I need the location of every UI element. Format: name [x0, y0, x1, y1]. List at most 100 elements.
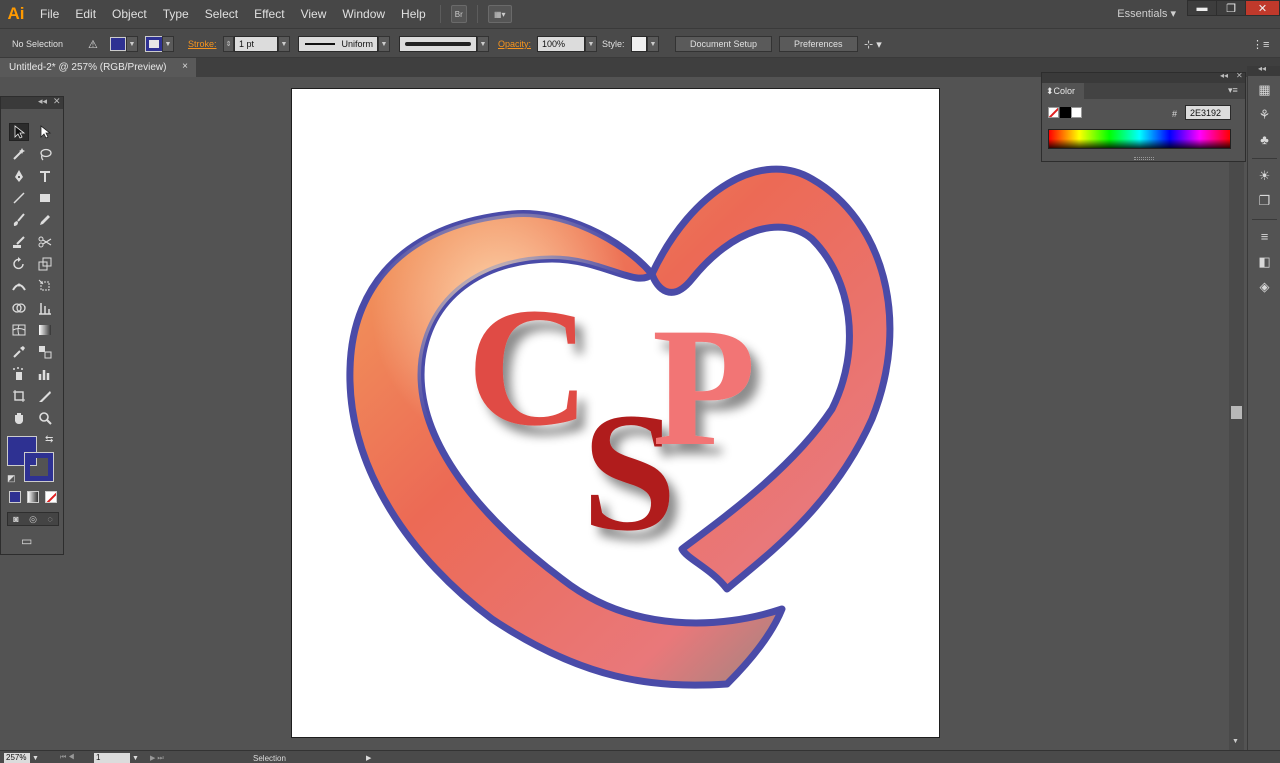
menu-effect[interactable]: Effect — [246, 0, 292, 28]
menu-edit[interactable]: Edit — [67, 0, 104, 28]
vertical-scrollbar[interactable]: ▲ ▼ — [1229, 77, 1244, 750]
none-mode-button[interactable] — [45, 491, 57, 503]
tools-panel-header[interactable]: ◂◂ ✕ — [1, 96, 63, 109]
paintbrush-tool[interactable] — [9, 211, 29, 229]
stroke-color-box[interactable] — [24, 452, 54, 482]
stroke-label[interactable]: Stroke: — [188, 36, 217, 52]
blob-brush-tool[interactable] — [9, 233, 29, 251]
artboard-number-input[interactable]: 1 — [94, 752, 130, 763]
stroke-color-swatch[interactable]: ▼ — [145, 36, 174, 52]
scissors-tool[interactable] — [35, 233, 55, 251]
lasso-tool[interactable] — [35, 145, 55, 163]
pen-tool[interactable] — [9, 167, 29, 185]
default-colors-icon[interactable]: ◩ — [7, 473, 16, 484]
menu-type[interactable]: Type — [155, 0, 197, 28]
menu-help[interactable]: Help — [393, 0, 434, 28]
slice-tool[interactable] — [35, 387, 55, 405]
close-button[interactable]: ✕ — [1245, 0, 1280, 16]
expand-icon[interactable]: ◂◂ — [1258, 64, 1266, 73]
direct-selection-tool[interactable] — [35, 123, 55, 141]
brushes-icon[interactable]: ⚘ — [1256, 106, 1273, 123]
perspective-grid-tool[interactable] — [35, 299, 55, 317]
style-swatch[interactable] — [631, 36, 647, 52]
artboard-tool[interactable] — [9, 387, 29, 405]
column-graph-tool[interactable] — [35, 365, 55, 383]
vertical-scroll-thumb[interactable] — [1231, 406, 1242, 419]
close-icon[interactable]: ✕ — [53, 96, 61, 107]
first-artboard-icon[interactable]: ⏮ ◀ — [60, 752, 75, 763]
color-panel-header[interactable]: ◂◂ ✕ — [1042, 71, 1245, 83]
heart-logo-artwork[interactable]: C S P — [292, 89, 941, 739]
collapse-icon[interactable]: ◂◂ — [38, 96, 47, 107]
type-tool[interactable] — [35, 167, 55, 185]
chevron-down-icon[interactable]: ▼ — [585, 36, 597, 52]
swatches-icon[interactable]: ▦ — [1256, 81, 1273, 98]
chevron-down-icon[interactable]: ▼ — [132, 755, 139, 762]
draw-normal-icon[interactable]: ◙ — [13, 514, 18, 524]
symbol-sprayer-tool[interactable] — [9, 365, 29, 383]
stroke-weight-control[interactable]: ⇕ 1 pt ▼ — [223, 36, 290, 52]
gradient-mode-button[interactable] — [27, 491, 39, 503]
free-transform-tool[interactable] — [35, 277, 55, 295]
variable-width-profile[interactable]: Uniform ▼ — [298, 36, 390, 52]
stepper-icon[interactable]: ⇕ — [223, 36, 234, 52]
panel-menu-icon[interactable]: ▾≡ — [1228, 85, 1238, 96]
restore-button[interactable]: ❐ — [1216, 0, 1246, 16]
draw-behind-icon[interactable]: ◎ — [29, 514, 37, 525]
scroll-down-icon[interactable]: ▼ — [1232, 738, 1239, 745]
scale-tool[interactable] — [35, 255, 55, 273]
preferences-button[interactable]: Preferences — [779, 36, 858, 52]
menu-view[interactable]: View — [293, 0, 335, 28]
arrange-documents-button[interactable]: ▦▾ — [487, 5, 512, 23]
none-swatch[interactable] — [1048, 107, 1059, 118]
fill-color-swatch[interactable]: ▼ — [110, 36, 138, 52]
brush-field[interactable] — [399, 36, 477, 52]
swap-colors-icon[interactable]: ⇆ — [45, 434, 53, 445]
eyedropper-tool[interactable] — [9, 343, 29, 361]
workspace-switcher[interactable]: Essentials ▾ — [1117, 7, 1176, 20]
opacity-input[interactable]: 100% — [537, 36, 585, 52]
chevron-down-icon[interactable]: ▼ — [477, 36, 489, 52]
layers-icon[interactable]: ◈ — [1256, 278, 1273, 295]
minimize-button[interactable]: ▬ — [1187, 0, 1217, 16]
shape-builder-tool[interactable] — [9, 299, 29, 317]
black-swatch[interactable] — [1060, 107, 1071, 118]
next-artboard-icon[interactable]: ▶ ⏭ — [150, 752, 164, 763]
document-tab[interactable]: Untitled-2* @ 257% (RGB/Preview) × — [0, 58, 196, 77]
symbols-icon[interactable]: ♣ — [1256, 131, 1273, 148]
graphic-style-control[interactable]: ▼ — [631, 36, 659, 52]
draw-inside-icon[interactable]: ◌ — [47, 514, 52, 524]
rectangle-tool[interactable] — [35, 189, 55, 207]
magic-wand-tool[interactable] — [9, 145, 29, 163]
chevron-down-icon[interactable]: ▼ — [278, 36, 290, 52]
letter-p[interactable]: P — [652, 293, 756, 481]
close-icon[interactable]: ✕ — [1236, 71, 1243, 80]
blend-tool[interactable] — [35, 343, 55, 361]
line-segment-tool[interactable] — [9, 189, 29, 207]
menu-select[interactable]: Select — [197, 0, 246, 28]
stroke-weight-input[interactable]: 1 pt — [234, 36, 278, 52]
menu-file[interactable]: File — [32, 0, 67, 28]
artboard[interactable]: C S P — [291, 88, 940, 738]
chevron-down-icon[interactable]: ▼ — [126, 36, 138, 52]
gradient-tool[interactable] — [35, 321, 55, 339]
artboard-navigation[interactable]: 1 ▼ — [94, 752, 139, 763]
close-icon[interactable]: × — [182, 61, 188, 72]
chevron-down-icon[interactable]: ▼ — [32, 755, 39, 762]
profile-field[interactable]: Uniform — [298, 36, 378, 52]
color-spectrum[interactable] — [1048, 129, 1231, 149]
panel-resize-handle[interactable] — [1134, 157, 1154, 160]
screen-mode-icon[interactable]: ▭ — [21, 534, 43, 548]
chevron-down-icon[interactable]: ▼ — [162, 36, 174, 52]
stroke-icon[interactable]: ≡ — [1256, 228, 1273, 245]
letter-c[interactable]: C — [467, 273, 590, 461]
hex-input[interactable]: 2E3192 — [1185, 105, 1231, 120]
align-options-icon[interactable]: ⊹ ▾ — [864, 36, 882, 52]
chevron-down-icon[interactable]: ▼ — [647, 36, 659, 52]
tab-color[interactable]: ⬍ Color — [1042, 83, 1084, 99]
zoom-input[interactable]: 257% — [4, 752, 30, 763]
document-setup-button[interactable]: Document Setup — [675, 36, 773, 52]
rotate-tool[interactable] — [9, 255, 29, 273]
collapse-icon[interactable]: ◂◂ — [1220, 71, 1228, 80]
selection-tool[interactable] — [9, 123, 29, 141]
